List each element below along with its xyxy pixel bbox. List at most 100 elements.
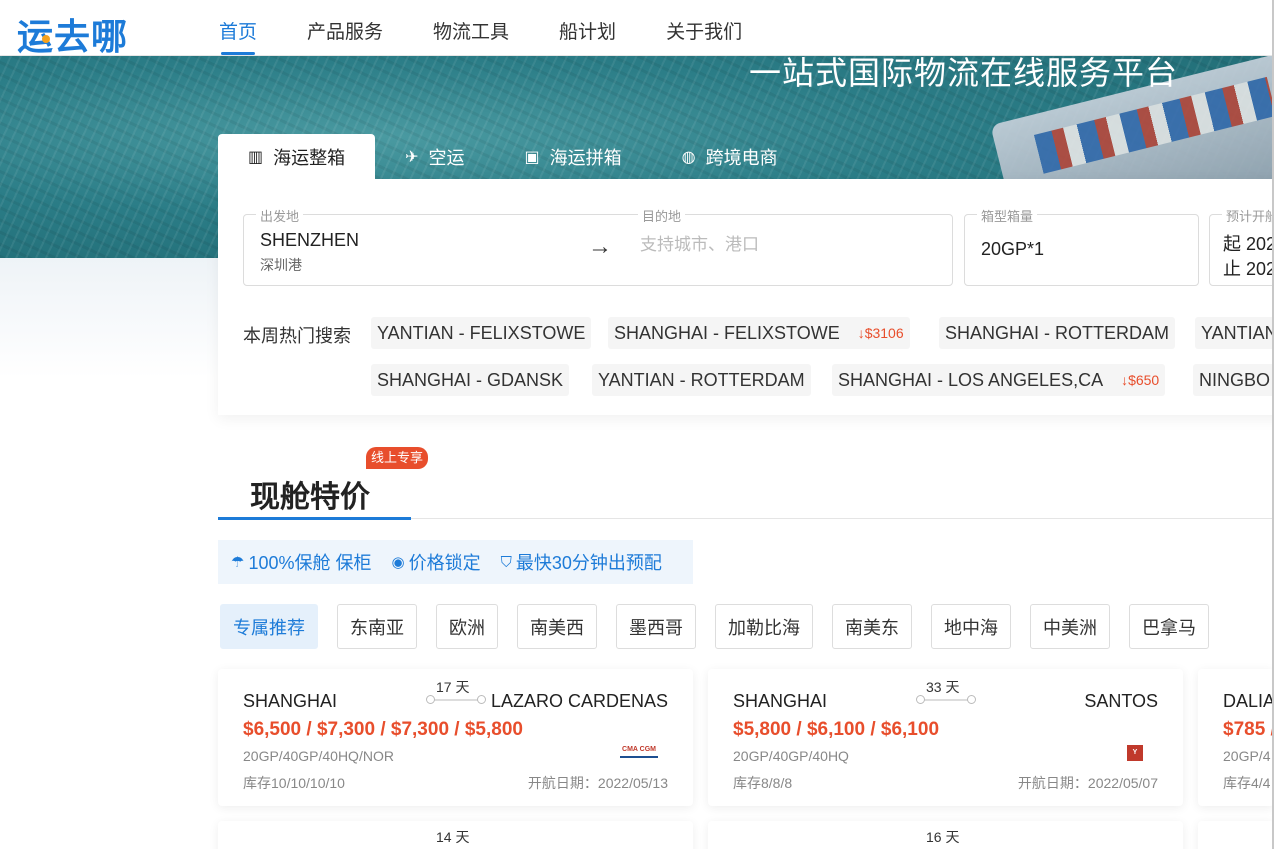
hot-search-chip[interactable]: SHANGHAI - LOS ANGELES,CA ↓$650 bbox=[832, 364, 1166, 396]
tab-label: 海运整箱 bbox=[273, 147, 346, 168]
transit-days: 14 天 bbox=[436, 829, 470, 845]
hot-search-chip[interactable]: NINGBO bbox=[1193, 364, 1274, 396]
card-price: $5,800 / $6,100 / $6,100 bbox=[733, 719, 940, 740]
region-south-america-west[interactable]: 南美西 bbox=[517, 604, 597, 649]
price-card[interactable]: DALIA $785 / 20GP/4 库存4/4 bbox=[1198, 669, 1274, 806]
nav-about[interactable]: 关于我们 bbox=[666, 0, 742, 56]
hot-search-chip[interactable]: YANTIAN - FELIXSTOWE bbox=[371, 317, 592, 349]
down-arrow-icon: ↓ bbox=[857, 325, 865, 341]
price-drop-value: $3106 bbox=[864, 325, 904, 341]
card-sailing-date: 开航日期：2022/05/13 bbox=[527, 775, 668, 791]
transit-line bbox=[916, 695, 976, 704]
origin-label: 出发地 bbox=[256, 206, 304, 225]
nav-ship-schedule[interactable]: 船计划 bbox=[559, 0, 616, 56]
hot-route: YANTIAN - FELIXSTOWE bbox=[377, 322, 586, 343]
hot-search-chip[interactable]: YANTIAN bbox=[1195, 317, 1274, 349]
price-card[interactable]: 14 天 bbox=[218, 821, 693, 849]
tab-label: 海运拼箱 bbox=[549, 147, 622, 168]
guarantee-text: 100%保舱 保柜 bbox=[248, 553, 372, 573]
card-origin: DALIA bbox=[1223, 691, 1274, 711]
price-card[interactable] bbox=[1198, 821, 1274, 849]
tab-air[interactable]: ✈ 空运 bbox=[375, 134, 494, 179]
globe-icon: ◍ bbox=[681, 148, 696, 166]
price-card[interactable]: SHANGHAI 33 天 SANTOS $5,800 / $6,100 / $… bbox=[708, 669, 1183, 806]
search-panel: 出发地 SHENZHEN 深圳港 → 目的地 箱型箱量 20GP*1 预计开船 … bbox=[218, 179, 1274, 415]
hot-route: SHANGHAI - GDANSK bbox=[377, 369, 564, 390]
tab-fcl[interactable]: ▥ 海运整箱 bbox=[218, 134, 376, 179]
boxes-icon: ▣ bbox=[524, 148, 540, 166]
hot-route: YANTIAN - ROTTERDAM bbox=[598, 369, 805, 390]
hot-route: SHANGHAI - ROTTERDAM bbox=[945, 322, 1170, 343]
shield-icon: ⛉ bbox=[500, 553, 512, 571]
hot-route: YANTIAN bbox=[1201, 322, 1274, 343]
card-price: $6,500 / $7,300 / $7,300 / $5,800 bbox=[243, 719, 523, 740]
region-europe[interactable]: 欧洲 bbox=[436, 604, 498, 649]
guarantee-item: ◉ 价格锁定 bbox=[392, 549, 481, 575]
hot-search-chip[interactable]: SHANGHAI - FELIXSTOWE ↓$3106 bbox=[608, 317, 910, 349]
card-sailing-date: 开航日期：2022/05/07 bbox=[1017, 775, 1158, 791]
online-exclusive-badge: 线上专享 bbox=[366, 447, 429, 469]
logo-dot bbox=[42, 35, 50, 43]
container-icon: ▥ bbox=[248, 148, 264, 166]
hot-route: SHANGHAI - FELIXSTOWE bbox=[614, 322, 840, 343]
date-end: 止 202 bbox=[1223, 259, 1274, 279]
card-price: $785 / bbox=[1223, 719, 1274, 740]
card-stock: 库存8/8/8 bbox=[733, 775, 793, 791]
guarantee-item: ⛉ 最快30分钟出预配 bbox=[501, 549, 662, 575]
price-drop: ↓$3106 bbox=[858, 325, 904, 341]
region-mexico[interactable]: 墨西哥 bbox=[616, 604, 696, 649]
date-start: 起 202 bbox=[1223, 234, 1274, 254]
tab-label: 跨境电商 bbox=[705, 147, 778, 168]
container-type-label: 箱型箱量 bbox=[977, 206, 1038, 225]
section-title: 现舱特价 bbox=[250, 480, 370, 515]
transit-days: 17 天 bbox=[436, 679, 470, 695]
card-destination: LAZARO CARDENAS bbox=[490, 691, 668, 711]
search-tabs: ▥ 海运整箱 ✈ 空运 ▣ 海运拼箱 ◍ 跨境电商 bbox=[218, 134, 808, 179]
card-origin: SHANGHAI bbox=[733, 691, 828, 711]
tab-ecommerce[interactable]: ◍ 跨境电商 bbox=[652, 134, 808, 179]
sailing-date-label: 预计开船 bbox=[1222, 206, 1274, 225]
umbrella-icon: ☂ bbox=[231, 554, 245, 571]
nav-logistics-tools[interactable]: 物流工具 bbox=[433, 0, 509, 56]
card-stock: 库存4/4 bbox=[1223, 775, 1271, 791]
lock-icon: ◉ bbox=[391, 554, 405, 571]
nav-products[interactable]: 产品服务 bbox=[307, 0, 383, 56]
hot-search-chip[interactable]: YANTIAN - ROTTERDAM bbox=[592, 364, 811, 396]
card-destination: SANTOS bbox=[1084, 691, 1158, 711]
guarantee-item: ☂ 100%保舱 保柜 bbox=[231, 549, 372, 575]
sailing-date-field[interactable]: 预计开船 起 202 止 202 bbox=[1209, 206, 1274, 286]
arrow-right-icon: → bbox=[588, 233, 612, 260]
section-underline bbox=[218, 517, 411, 520]
carrier-logo: CMA CGM bbox=[620, 743, 658, 758]
price-card[interactable]: 16 天 bbox=[708, 821, 1183, 849]
card-container-types: 20GP/40GP/40HQ bbox=[733, 748, 849, 764]
transit-days: 33 天 bbox=[926, 679, 960, 695]
region-panama[interactable]: 巴拿马 bbox=[1129, 604, 1209, 649]
hero-title: 一站式国际物流在线服务平台 bbox=[749, 56, 1179, 92]
guarantee-text: 价格锁定 bbox=[408, 553, 481, 573]
container-type-field[interactable]: 箱型箱量 20GP*1 bbox=[964, 206, 1199, 286]
card-container-types: 20GP/40GP/40HQ/NOR bbox=[243, 748, 394, 764]
nav-home[interactable]: 首页 bbox=[219, 0, 257, 56]
region-southeast-asia[interactable]: 东南亚 bbox=[337, 604, 417, 649]
hot-search-chip[interactable]: SHANGHAI - GDANSK bbox=[371, 364, 570, 396]
guarantee-text: 最快30分钟出预配 bbox=[515, 553, 662, 573]
route-field: 出发地 SHENZHEN 深圳港 → 目的地 bbox=[243, 206, 953, 286]
logo-text: 运去哪 bbox=[17, 17, 129, 58]
card-origin: SHANGHAI bbox=[243, 691, 338, 711]
region-central-america[interactable]: 中美洲 bbox=[1030, 604, 1110, 649]
tab-lcl[interactable]: ▣ 海运拼箱 bbox=[495, 134, 652, 179]
destination-input[interactable] bbox=[640, 235, 920, 255]
origin-sub: 深圳港 bbox=[260, 257, 302, 273]
region-recommended[interactable]: 专属推荐 bbox=[220, 604, 318, 649]
region-mediterranean[interactable]: 地中海 bbox=[931, 604, 1011, 649]
price-card[interactable]: SHANGHAI 17 天 LAZARO CARDENAS $6,500 / $… bbox=[218, 669, 693, 806]
region-south-america-east[interactable]: 南美东 bbox=[832, 604, 912, 649]
tab-label: 空运 bbox=[428, 147, 465, 168]
hot-route: NINGBO bbox=[1199, 369, 1271, 390]
origin-value[interactable]: SHENZHEN bbox=[260, 230, 359, 251]
hot-route: SHANGHAI - LOS ANGELES,CA bbox=[838, 369, 1104, 390]
logo[interactable]: 运去哪 bbox=[17, 8, 128, 60]
region-caribbean[interactable]: 加勒比海 bbox=[715, 604, 813, 649]
hot-search-chip[interactable]: SHANGHAI - ROTTERDAM bbox=[939, 317, 1176, 349]
